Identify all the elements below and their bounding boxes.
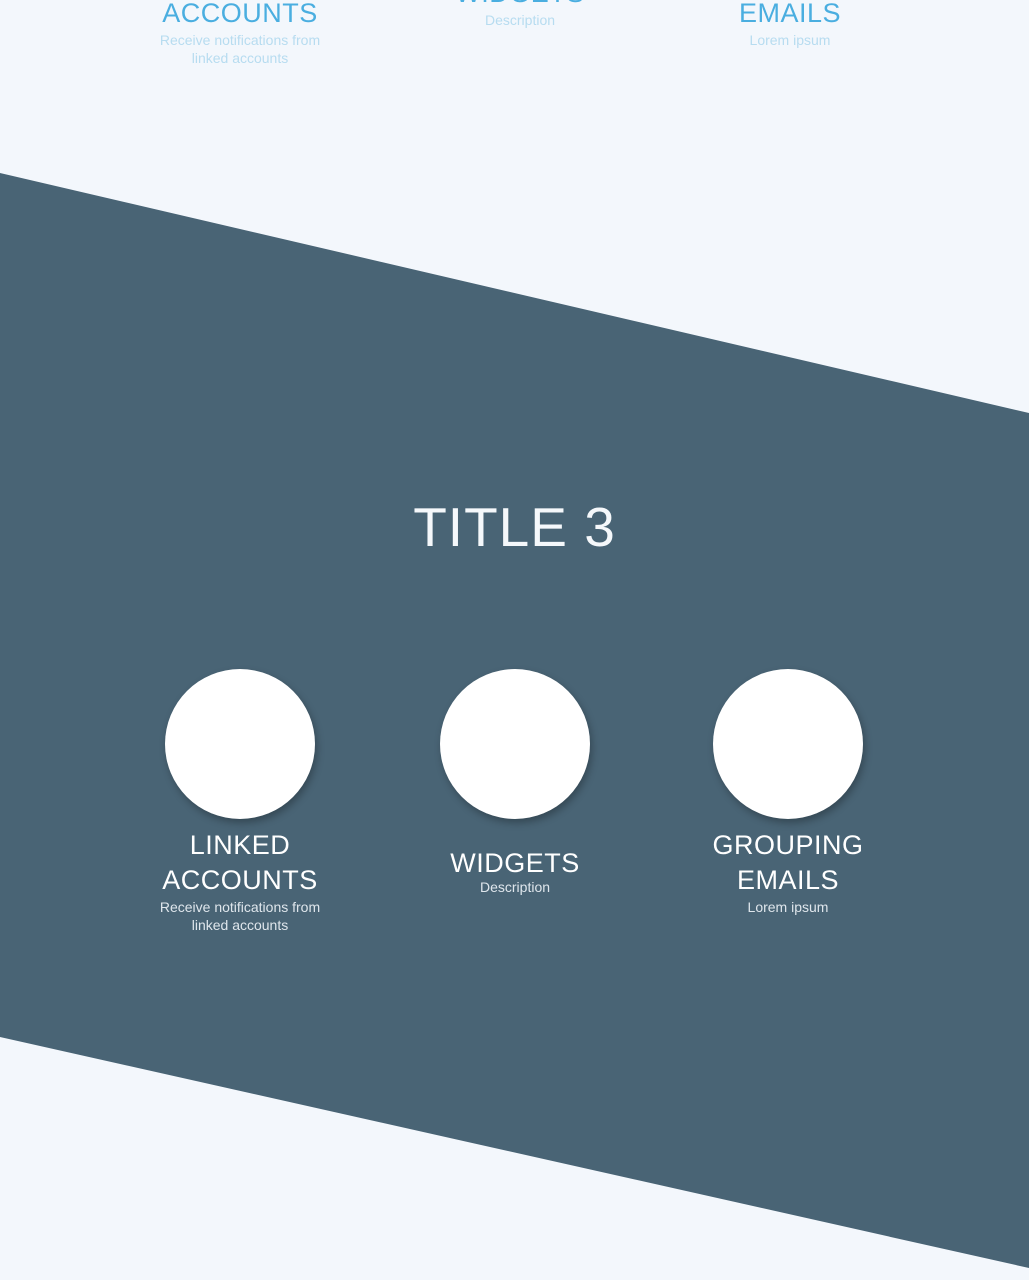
top-feature-accounts: ACCOUNTS Receive notifications from link… xyxy=(140,0,340,67)
section-band xyxy=(0,173,1029,1268)
top-feature-title: EMAILS xyxy=(738,0,842,28)
feature-title-line2: EMAILS xyxy=(736,865,840,895)
section-title: TITLE 3 xyxy=(413,496,616,558)
feature-title-line2: ACCOUNTS xyxy=(162,865,318,895)
feature-icon-circle xyxy=(165,669,315,819)
top-feature-desc: Description xyxy=(484,12,556,28)
feature-title-line1: GROUPING xyxy=(712,830,864,860)
feature-desc: Receive notifications from linked accoun… xyxy=(159,899,321,933)
feature-widgets: WIDGETS Description xyxy=(415,669,615,896)
feature-title-line1: LINKED xyxy=(189,830,291,860)
page: ACCOUNTS Receive notifications from link… xyxy=(0,0,1029,1280)
top-feature-emails: EMAILS Lorem ipsum xyxy=(690,0,890,49)
top-feature-title: ACCOUNTS xyxy=(162,0,318,28)
top-feature-widgets: WIDGETS Description xyxy=(420,0,620,29)
feature-desc: Description xyxy=(479,879,551,895)
feature-icon-circle xyxy=(440,669,590,819)
top-feature-desc: Receive notifications from linked accoun… xyxy=(159,32,321,66)
feature-grouping-emails: GROUPING EMAILS Lorem ipsum xyxy=(688,669,888,916)
feature-desc: Lorem ipsum xyxy=(747,899,829,915)
feature-title-line1: WIDGETS xyxy=(450,848,580,878)
feature-icon-circle xyxy=(713,669,863,819)
feature-linked-accounts: LINKED ACCOUNTS Receive notifications fr… xyxy=(140,669,340,934)
top-feature-desc: Lorem ipsum xyxy=(749,32,831,48)
top-feature-title: WIDGETS xyxy=(420,0,620,11)
